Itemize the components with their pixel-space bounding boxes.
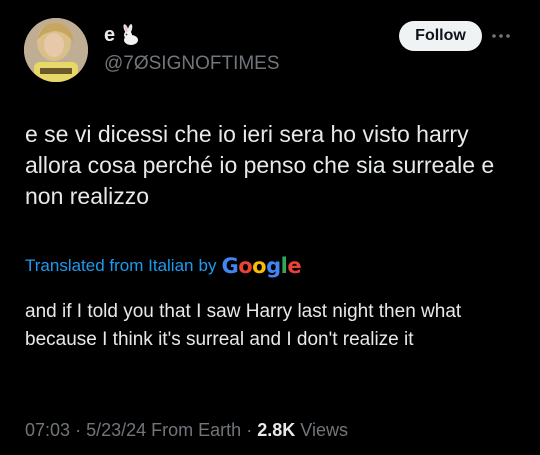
author-info: e @7ØSIGNOFTIMES	[104, 23, 280, 75]
tweet-date[interactable]: 5/23/24	[86, 420, 146, 440]
google-logo-letter: g	[266, 254, 281, 278]
tweet-meta: 07:03 · 5/23/24 From Earth · 2.8K Views	[25, 420, 348, 441]
tweet-source: From Earth	[151, 420, 242, 440]
google-logo: Google	[221, 254, 301, 278]
display-name-text: e	[104, 24, 116, 46]
more-horizontal-icon[interactable]	[490, 26, 512, 46]
avatar[interactable]	[24, 18, 88, 82]
tweet-header: e @7ØSIGNOFTIMES Follow	[24, 18, 524, 84]
follow-button[interactable]: Follow	[399, 21, 482, 51]
google-logo-letter: o	[252, 254, 267, 278]
rabbit-icon	[118, 24, 140, 46]
tweet-text: e se vi dicessi che io ieri sera ho vist…	[25, 121, 495, 209]
meta-separator: ·	[75, 420, 82, 440]
views-label: Views	[300, 420, 348, 440]
display-name[interactable]: e	[104, 23, 280, 47]
avatar-photo	[24, 18, 88, 82]
translated-from-link[interactable]: Translated from Italian	[25, 256, 194, 276]
google-logo-letter: G	[221, 254, 239, 278]
google-logo-letter: e	[287, 254, 302, 278]
meta-separator: ·	[246, 420, 253, 440]
views-count[interactable]: 2.8K	[257, 420, 295, 440]
translation-attribution: Translated from Italian by Google	[25, 254, 302, 278]
translated-text: and if I told you that I saw Harry last …	[25, 301, 462, 350]
tweet-time[interactable]: 07:03	[25, 420, 70, 440]
google-logo-letter: o	[238, 254, 253, 278]
author-handle[interactable]: @7ØSIGNOFTIMES	[104, 53, 280, 75]
translation-by-text: by	[198, 256, 217, 275]
